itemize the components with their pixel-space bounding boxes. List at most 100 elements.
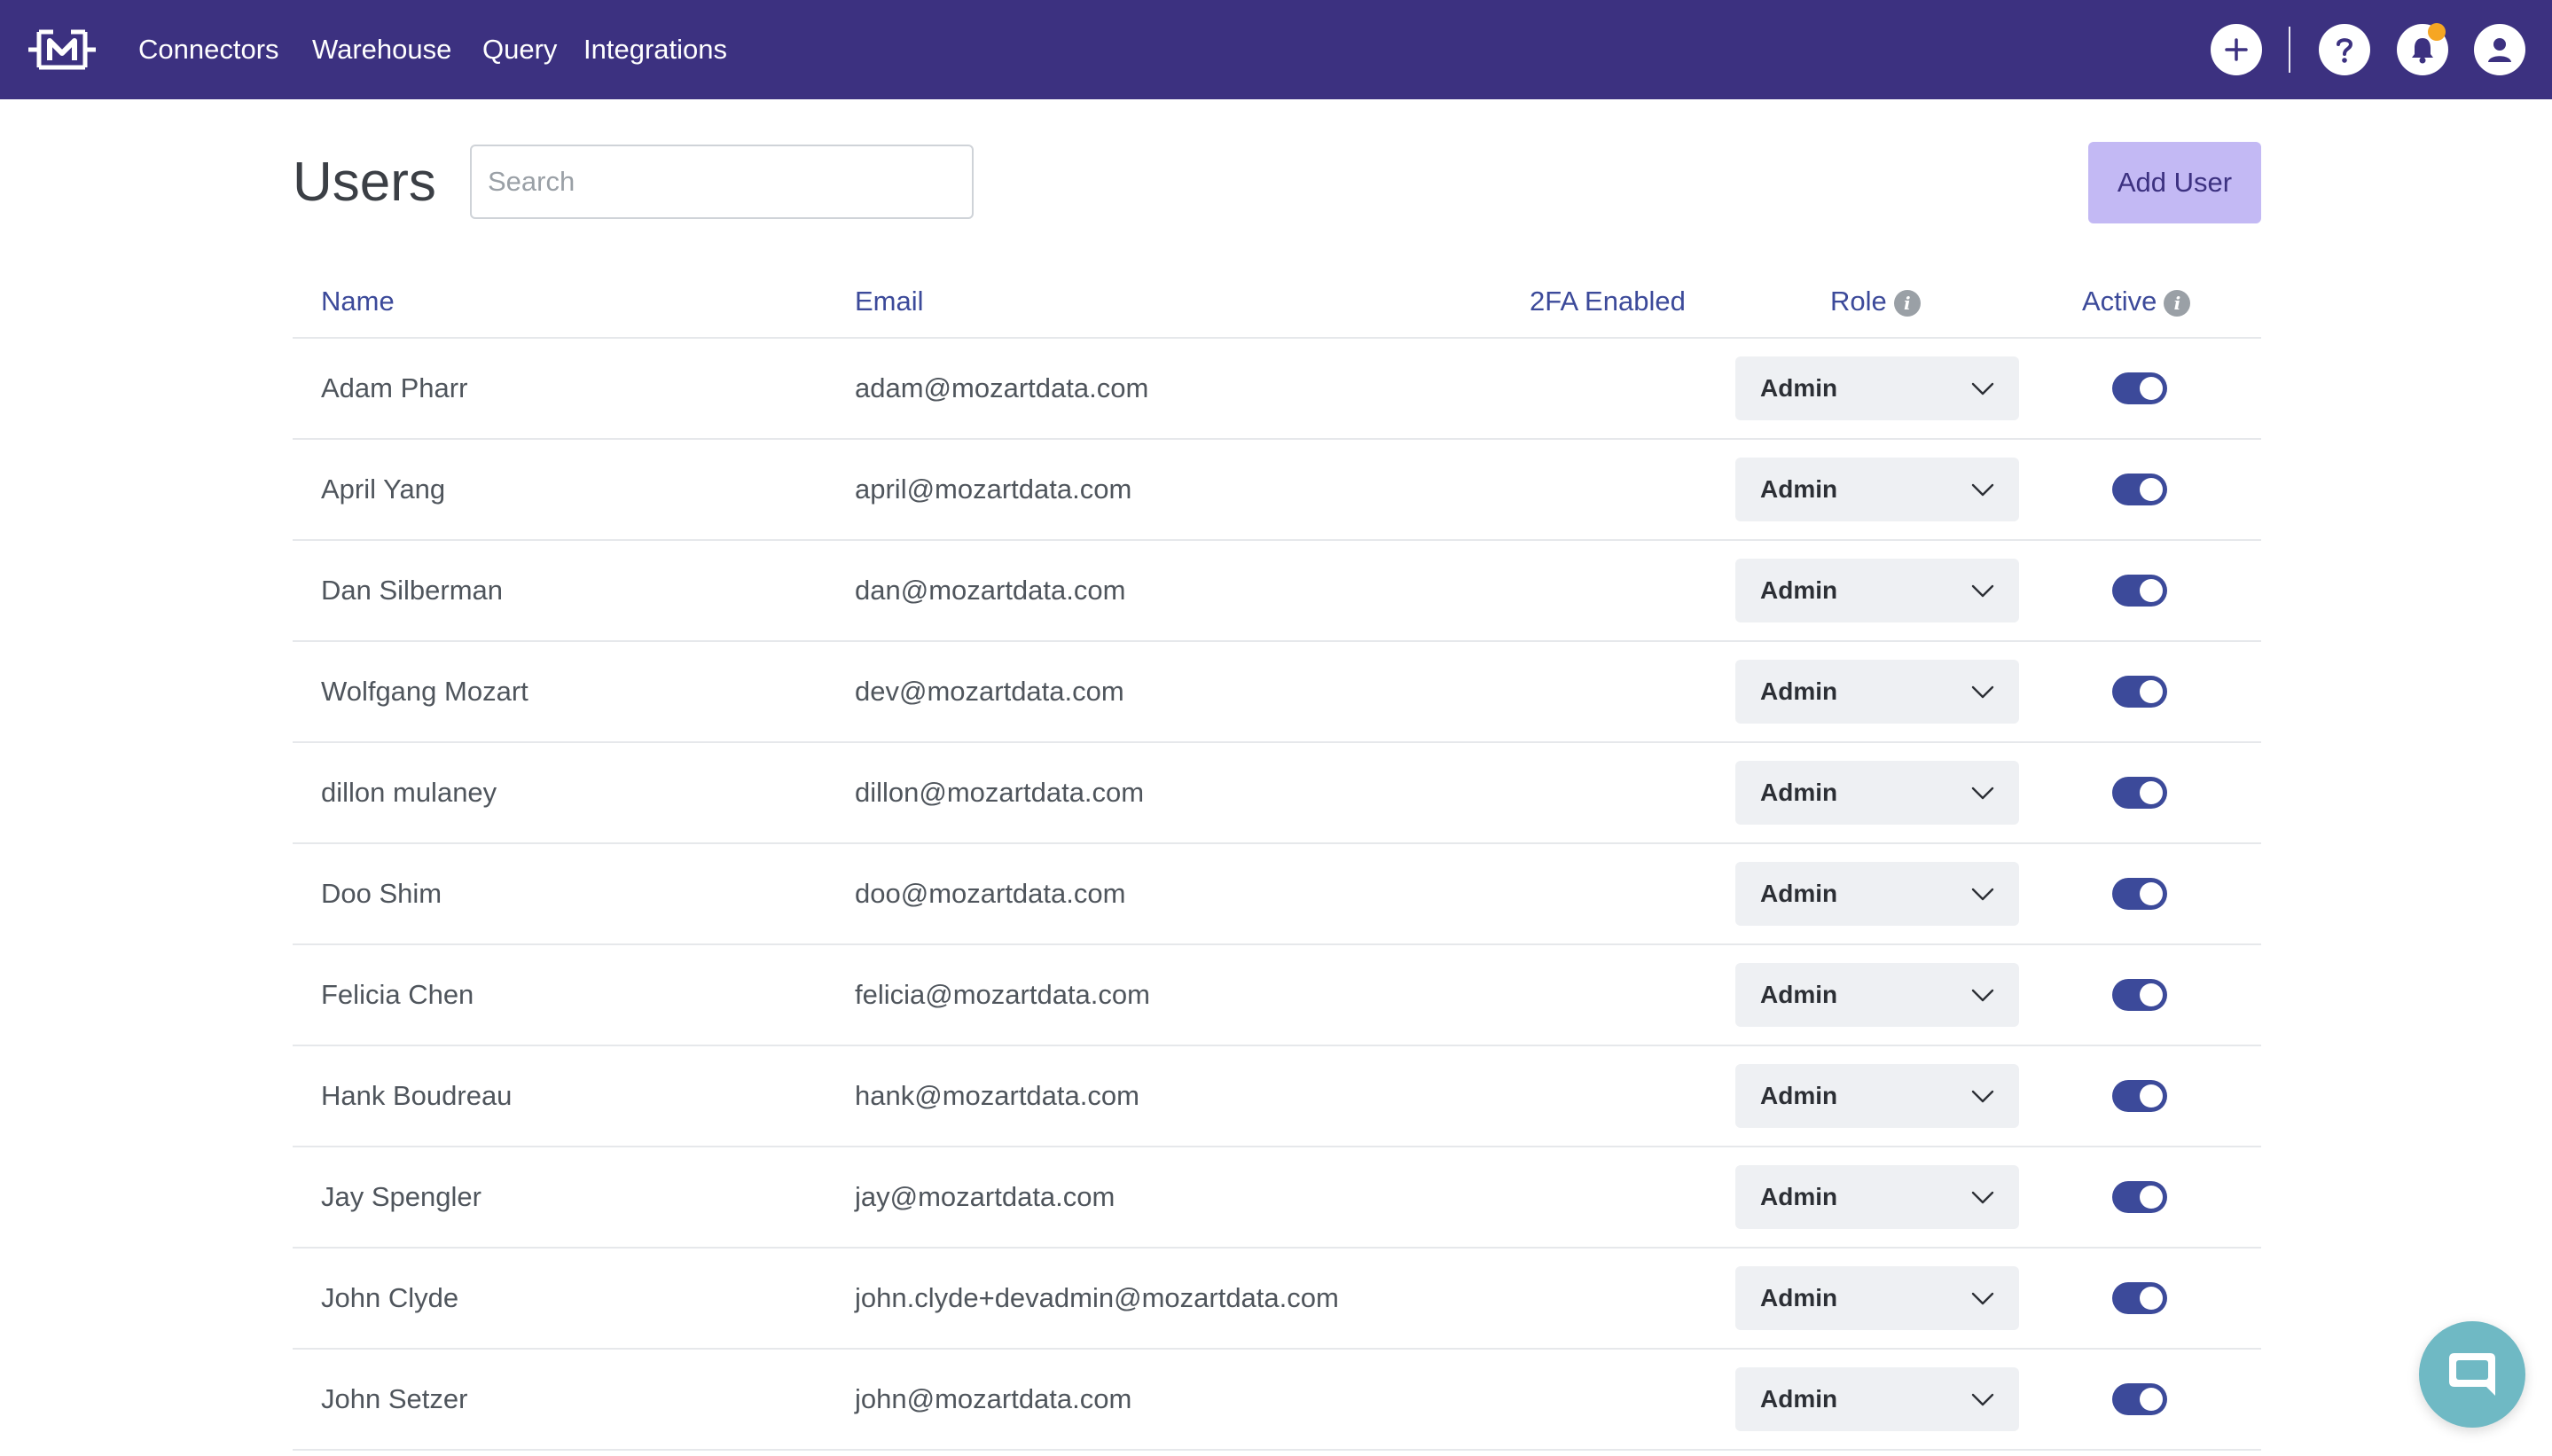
chevron-down-icon bbox=[1971, 1393, 1994, 1406]
role-select[interactable]: Admin bbox=[1735, 1266, 2019, 1330]
role-select[interactable]: Admin bbox=[1735, 1064, 2019, 1128]
user-name: Dan Silberman bbox=[321, 575, 504, 606]
chat-launcher-button[interactable] bbox=[2419, 1321, 2525, 1428]
active-info-icon[interactable]: i bbox=[2164, 289, 2191, 317]
active-toggle[interactable] bbox=[2112, 878, 2167, 910]
role-select[interactable]: Admin bbox=[1735, 862, 2019, 926]
user-name: Jay Spengler bbox=[321, 1181, 481, 1212]
user-email: adam@mozartdata.com bbox=[855, 372, 1149, 403]
role-select-value: Admin bbox=[1760, 1284, 1838, 1311]
table-row: dillon mulaney dillon@mozartdata.com Admin bbox=[293, 743, 2261, 844]
table-row: April Yang april@mozartdata.com Admin bbox=[293, 440, 2261, 541]
toggle-knob bbox=[2140, 579, 2163, 602]
role-select[interactable]: Admin bbox=[1735, 761, 2019, 825]
help-icon bbox=[2337, 38, 2353, 63]
add-user-button[interactable]: Add User bbox=[2088, 142, 2261, 223]
nav-link-query[interactable]: Query bbox=[482, 30, 557, 69]
chevron-down-icon bbox=[1971, 989, 1994, 1002]
chat-icon bbox=[2449, 1353, 2495, 1396]
user-name: dillon mulaney bbox=[321, 777, 497, 808]
chevron-down-icon bbox=[1971, 483, 1994, 497]
role-select[interactable]: Admin bbox=[1735, 1165, 2019, 1229]
active-toggle[interactable] bbox=[2112, 575, 2167, 607]
active-toggle[interactable] bbox=[2112, 979, 2167, 1011]
user-name: John Setzer bbox=[321, 1383, 468, 1414]
user-email: jay@mozartdata.com bbox=[855, 1181, 1116, 1212]
table-row: Adam Pharr adam@mozartdata.com Admin bbox=[293, 339, 2261, 440]
toggle-knob bbox=[2140, 983, 2163, 1006]
role-select-value: Admin bbox=[1760, 981, 1838, 1008]
active-toggle[interactable] bbox=[2112, 1080, 2167, 1112]
user-menu-button[interactable] bbox=[2474, 24, 2525, 75]
column-header-email[interactable]: Email bbox=[855, 282, 924, 321]
user-email: john.clyde+devadmin@mozartdata.com bbox=[855, 1282, 1339, 1313]
role-select-value: Admin bbox=[1760, 1183, 1838, 1210]
column-header-name[interactable]: Name bbox=[321, 282, 395, 321]
top-nav-bar: Connectors Warehouse Query Integrations bbox=[0, 0, 2552, 99]
user-name: April Yang bbox=[321, 474, 446, 505]
table-row: Wolfgang Mozart dev@mozartdata.com Admin bbox=[293, 642, 2261, 743]
search-input[interactable] bbox=[470, 145, 974, 219]
active-toggle[interactable] bbox=[2112, 372, 2167, 404]
table-row: Felicia Chen felicia@mozartdata.com Admin bbox=[293, 945, 2261, 1046]
nav-link-warehouse[interactable]: Warehouse bbox=[312, 30, 451, 69]
nav-link-connectors[interactable]: Connectors bbox=[138, 30, 279, 69]
chevron-down-icon bbox=[1971, 888, 1994, 901]
chevron-down-icon bbox=[1971, 787, 1994, 800]
active-toggle[interactable] bbox=[2112, 1383, 2167, 1415]
column-header-role: Role i bbox=[1830, 282, 1921, 321]
user-email: dev@mozartdata.com bbox=[855, 676, 1124, 707]
role-select-value: Admin bbox=[1760, 1385, 1838, 1413]
user-name: Felicia Chen bbox=[321, 979, 474, 1010]
role-select[interactable]: Admin bbox=[1735, 1367, 2019, 1431]
active-toggle[interactable] bbox=[2112, 1282, 2167, 1314]
role-select[interactable]: Admin bbox=[1735, 356, 2019, 420]
add-button[interactable] bbox=[2211, 24, 2262, 75]
active-header-label: Active bbox=[2082, 286, 2157, 317]
user-email: felicia@mozartdata.com bbox=[855, 979, 1150, 1010]
chevron-down-icon bbox=[1971, 685, 1994, 699]
active-toggle[interactable] bbox=[2112, 474, 2167, 505]
role-select-value: Admin bbox=[1760, 374, 1838, 402]
role-select-value: Admin bbox=[1760, 880, 1838, 907]
user-name: John Clyde bbox=[321, 1282, 459, 1313]
help-button[interactable] bbox=[2319, 24, 2370, 75]
role-select-value: Admin bbox=[1760, 576, 1838, 604]
table-row: Doo Shim doo@mozartdata.com Admin bbox=[293, 844, 2261, 945]
toggle-knob bbox=[2140, 377, 2163, 400]
chevron-down-icon bbox=[1971, 584, 1994, 598]
role-select[interactable]: Admin bbox=[1735, 559, 2019, 622]
table-row: Dan Silberman dan@mozartdata.com Admin bbox=[293, 541, 2261, 642]
role-select[interactable]: Admin bbox=[1735, 458, 2019, 521]
user-email: hank@mozartdata.com bbox=[855, 1080, 1139, 1111]
active-toggle[interactable] bbox=[2112, 1181, 2167, 1213]
chevron-down-icon bbox=[1971, 1090, 1994, 1103]
toggle-knob bbox=[2140, 478, 2163, 501]
nav-divider bbox=[2289, 27, 2290, 73]
role-header-label: Role bbox=[1830, 286, 1887, 317]
role-select-value: Admin bbox=[1760, 475, 1838, 503]
user-email: john@mozartdata.com bbox=[855, 1383, 1132, 1414]
users-table: Name Email 2FA Enabled Role i Active i Ada… bbox=[293, 266, 2261, 1451]
active-toggle[interactable] bbox=[2112, 777, 2167, 809]
table-row: Hank Boudreau hank@mozartdata.com Admin bbox=[293, 1046, 2261, 1147]
table-body: Adam Pharr adam@mozartdata.com Admin April … bbox=[293, 339, 2261, 1451]
toggle-knob bbox=[2140, 781, 2163, 804]
column-header-active: Active i bbox=[2082, 282, 2191, 321]
role-info-icon[interactable]: i bbox=[1893, 289, 1921, 317]
mozart-logo-icon[interactable] bbox=[27, 25, 98, 74]
user-email: dan@mozartdata.com bbox=[855, 575, 1126, 606]
toggle-knob bbox=[2140, 1084, 2163, 1108]
table-row: John Setzer john@mozartdata.com Admin bbox=[293, 1350, 2261, 1451]
toggle-knob bbox=[2140, 1388, 2163, 1411]
role-select[interactable]: Admin bbox=[1735, 963, 2019, 1027]
column-header-2fa: 2FA Enabled bbox=[1530, 286, 1686, 317]
table-row: John Clyde john.clyde+devadmin@mozartdata… bbox=[293, 1249, 2261, 1350]
role-select[interactable]: Admin bbox=[1735, 660, 2019, 724]
active-toggle[interactable] bbox=[2112, 676, 2167, 708]
nav-link-integrations[interactable]: Integrations bbox=[583, 30, 727, 69]
toggle-knob bbox=[2140, 882, 2163, 905]
plus-icon bbox=[2225, 38, 2248, 61]
user-name: Hank Boudreau bbox=[321, 1080, 513, 1111]
user-email: doo@mozartdata.com bbox=[855, 878, 1126, 909]
